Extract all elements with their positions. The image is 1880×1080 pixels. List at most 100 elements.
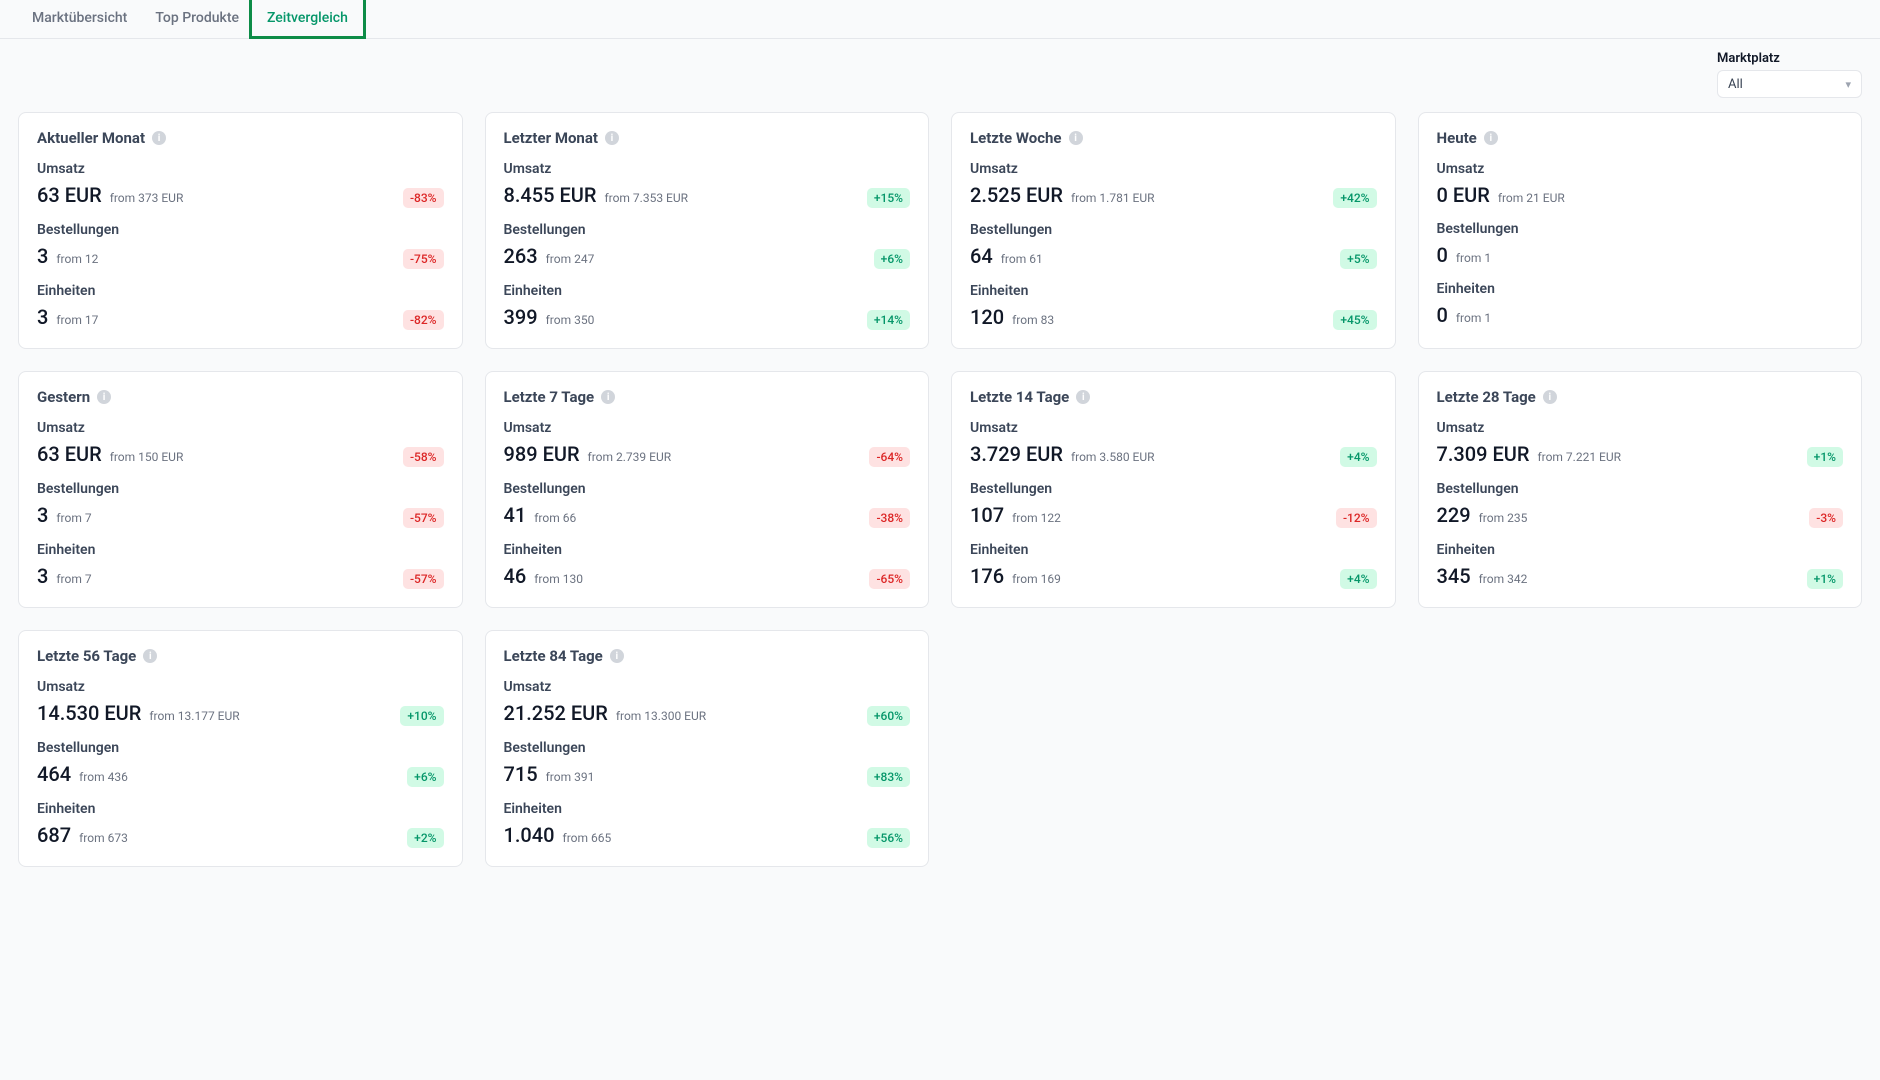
metric-label: Einheiten bbox=[970, 283, 1377, 299]
period-card: Letzte 7 Tagei Umsatz989 EURfrom 2.739 EU… bbox=[485, 371, 930, 608]
delta-badge: +56% bbox=[867, 828, 910, 848]
delta-badge: -65% bbox=[869, 569, 910, 589]
metric-left: 3from 7 bbox=[37, 503, 92, 527]
delta-badge: -3% bbox=[1809, 508, 1843, 528]
tab-zeitvergleich[interactable]: Zeitvergleich bbox=[253, 0, 362, 38]
metric-umsatz: Umsatz989 EURfrom 2.739 EUR-64% bbox=[504, 420, 911, 467]
metric-bestellungen: Bestellungen229from 235-3% bbox=[1437, 481, 1844, 528]
metric-value: 345 bbox=[1437, 564, 1471, 588]
metric-label: Umsatz bbox=[37, 420, 444, 436]
metric-label: Einheiten bbox=[37, 542, 444, 558]
delta-badge: +10% bbox=[400, 706, 443, 726]
card-title: Letzte 14 Tage bbox=[970, 388, 1069, 406]
metric-umsatz: Umsatz14.530 EURfrom 13.177 EUR+10% bbox=[37, 679, 444, 726]
info-icon[interactable]: i bbox=[152, 131, 166, 145]
info-icon[interactable]: i bbox=[601, 390, 615, 404]
metric-label: Bestellungen bbox=[1437, 221, 1844, 237]
metric-row: 263from 247+6% bbox=[504, 244, 911, 269]
metric-left: 2.525 EUR from 1.781 EUR bbox=[970, 183, 1155, 207]
metric-left: 176from 169 bbox=[970, 564, 1061, 588]
metric-row: 464from 436+6% bbox=[37, 762, 444, 787]
metric-value: 14.530 EUR bbox=[37, 701, 141, 725]
delta-badge: -57% bbox=[403, 508, 444, 528]
metric-compare: from 7 bbox=[56, 572, 91, 586]
metric-row: 3from 12-75% bbox=[37, 244, 444, 269]
metric-value: 989 EUR bbox=[504, 442, 580, 466]
info-icon[interactable]: i bbox=[1069, 131, 1083, 145]
metric-label: Einheiten bbox=[504, 283, 911, 299]
metric-left: 989 EURfrom 2.739 EUR bbox=[504, 442, 672, 466]
metric-compare: from 13.177 EUR bbox=[149, 709, 239, 723]
marktplatz-filter: Marktplatz All ▾ bbox=[1717, 51, 1862, 98]
info-icon[interactable]: i bbox=[1484, 131, 1498, 145]
metric-compare: from 235 bbox=[1479, 511, 1528, 525]
metric-row: 687from 673+2% bbox=[37, 823, 444, 848]
delta-badge: +4% bbox=[1340, 447, 1376, 467]
metric-row: 715from 391+83% bbox=[504, 762, 911, 787]
metric-einheiten: Einheiten46from 130-65% bbox=[504, 542, 911, 589]
info-icon[interactable]: i bbox=[97, 390, 111, 404]
metric-value: 687 bbox=[37, 823, 71, 847]
metric-value: 64 bbox=[970, 244, 993, 268]
metric-label: Einheiten bbox=[37, 801, 444, 817]
metric-label: Bestellungen bbox=[970, 222, 1377, 238]
metric-value: 63 EUR bbox=[37, 183, 102, 207]
metric-row: 3.729 EURfrom 3.580 EUR+4% bbox=[970, 442, 1377, 467]
metric-row: 107from 122-12% bbox=[970, 503, 1377, 528]
metric-left: 0from 1 bbox=[1437, 303, 1492, 327]
info-icon[interactable]: i bbox=[605, 131, 619, 145]
metric-label: Bestellungen bbox=[970, 481, 1377, 497]
metric-left: 8.455 EURfrom 7.353 EUR bbox=[504, 183, 689, 207]
cards-grid: Aktueller MonatiUmsatz63 EURfrom 373 EUR… bbox=[0, 98, 1880, 891]
delta-badge: -58% bbox=[403, 447, 444, 467]
delta-badge: +1% bbox=[1807, 447, 1843, 467]
marktplatz-select[interactable]: All ▾ bbox=[1717, 70, 1862, 98]
card-header: Letzte 7 Tagei bbox=[504, 388, 911, 406]
metric-left: 399from 350 bbox=[504, 305, 595, 329]
metric-compare: from 247 bbox=[546, 252, 595, 266]
delta-badge: +1% bbox=[1807, 569, 1843, 589]
info-icon[interactable]: i bbox=[1543, 390, 1557, 404]
delta-badge: +6% bbox=[874, 249, 910, 269]
metric-compare: from 665 bbox=[563, 831, 612, 845]
metric-value: 229 bbox=[1437, 503, 1471, 527]
tab-marktubersicht[interactable]: Marktübersicht bbox=[18, 0, 141, 38]
metric-row: 2.525 EURfrom 1.781 EUR+42% bbox=[970, 183, 1377, 208]
metric-compare: from 17 bbox=[56, 313, 98, 327]
metric-row: 3from 17-82% bbox=[37, 305, 444, 330]
metric-umsatz: Umsatz7.309 EURfrom 7.221 EUR+1% bbox=[1437, 420, 1844, 467]
period-card: Letzter MonatiUmsatz8.455 EURfrom 7.353 … bbox=[485, 112, 930, 349]
metric-value: 399 bbox=[504, 305, 538, 329]
info-icon[interactable]: i bbox=[610, 649, 624, 663]
metric-einheiten: Einheiten 3from 7-57% bbox=[37, 542, 444, 589]
card-title: Letzte 84 Tage bbox=[504, 647, 603, 665]
metric-row: 120from 83+45% bbox=[970, 305, 1377, 330]
metric-row: 1.040from 665+56% bbox=[504, 823, 911, 848]
metric-row: 14.530 EUR from 13.177 EUR +10% bbox=[37, 701, 444, 726]
metric-compare: from 7.221 EUR bbox=[1537, 450, 1621, 464]
info-icon[interactable]: i bbox=[143, 649, 157, 663]
metric-umsatz: Umsatz63 EURfrom 373 EUR-83% bbox=[37, 161, 444, 208]
delta-badge: +2% bbox=[407, 828, 443, 848]
metric-compare: from 1.781 EUR bbox=[1071, 191, 1155, 205]
metric-compare: from 7.353 EUR bbox=[604, 191, 688, 205]
info-icon[interactable]: i bbox=[1076, 390, 1090, 404]
tab-top-produkte[interactable]: Top Produkte bbox=[141, 0, 253, 38]
metric-label: Einheiten bbox=[37, 283, 444, 299]
metric-einheiten: Einheiten 687from 673+2% bbox=[37, 801, 444, 848]
metric-row: 0 EURfrom 21 EUR bbox=[1437, 183, 1844, 207]
metric-value: 0 bbox=[1437, 243, 1448, 267]
metric-row: 46from 130-65% bbox=[504, 564, 911, 589]
period-card: Letzte WocheiUmsatz2.525 EURfrom 1.781 E… bbox=[951, 112, 1396, 349]
metric-label: Umsatz bbox=[504, 161, 911, 177]
metric-einheiten: Einheiten345from 342+1% bbox=[1437, 542, 1844, 589]
metric-value: 2.525 EUR bbox=[970, 183, 1063, 207]
metric-left: 345from 342 bbox=[1437, 564, 1528, 588]
delta-badge: -82% bbox=[403, 310, 444, 330]
metric-row: 3from 7-57% bbox=[37, 564, 444, 589]
metric-value: 3 bbox=[37, 503, 48, 527]
metric-left: 229 from 235 bbox=[1437, 503, 1528, 527]
metric-einheiten: Einheiten0from 1 bbox=[1437, 281, 1844, 327]
metric-value: 7.309 EUR bbox=[1437, 442, 1530, 466]
metric-row: 229 from 235 -3% bbox=[1437, 503, 1844, 528]
